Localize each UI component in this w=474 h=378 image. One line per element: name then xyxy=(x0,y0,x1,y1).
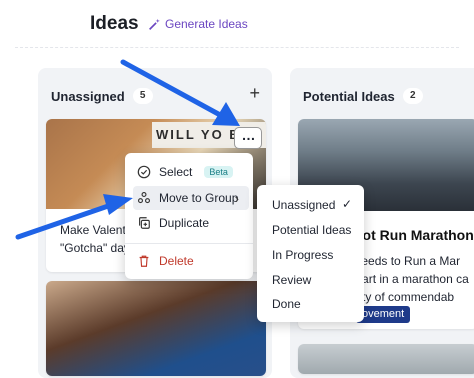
annotation-arrows xyxy=(15,59,240,240)
arrow-to-more-button xyxy=(120,59,240,126)
arrow-to-move-to-group xyxy=(15,194,133,240)
